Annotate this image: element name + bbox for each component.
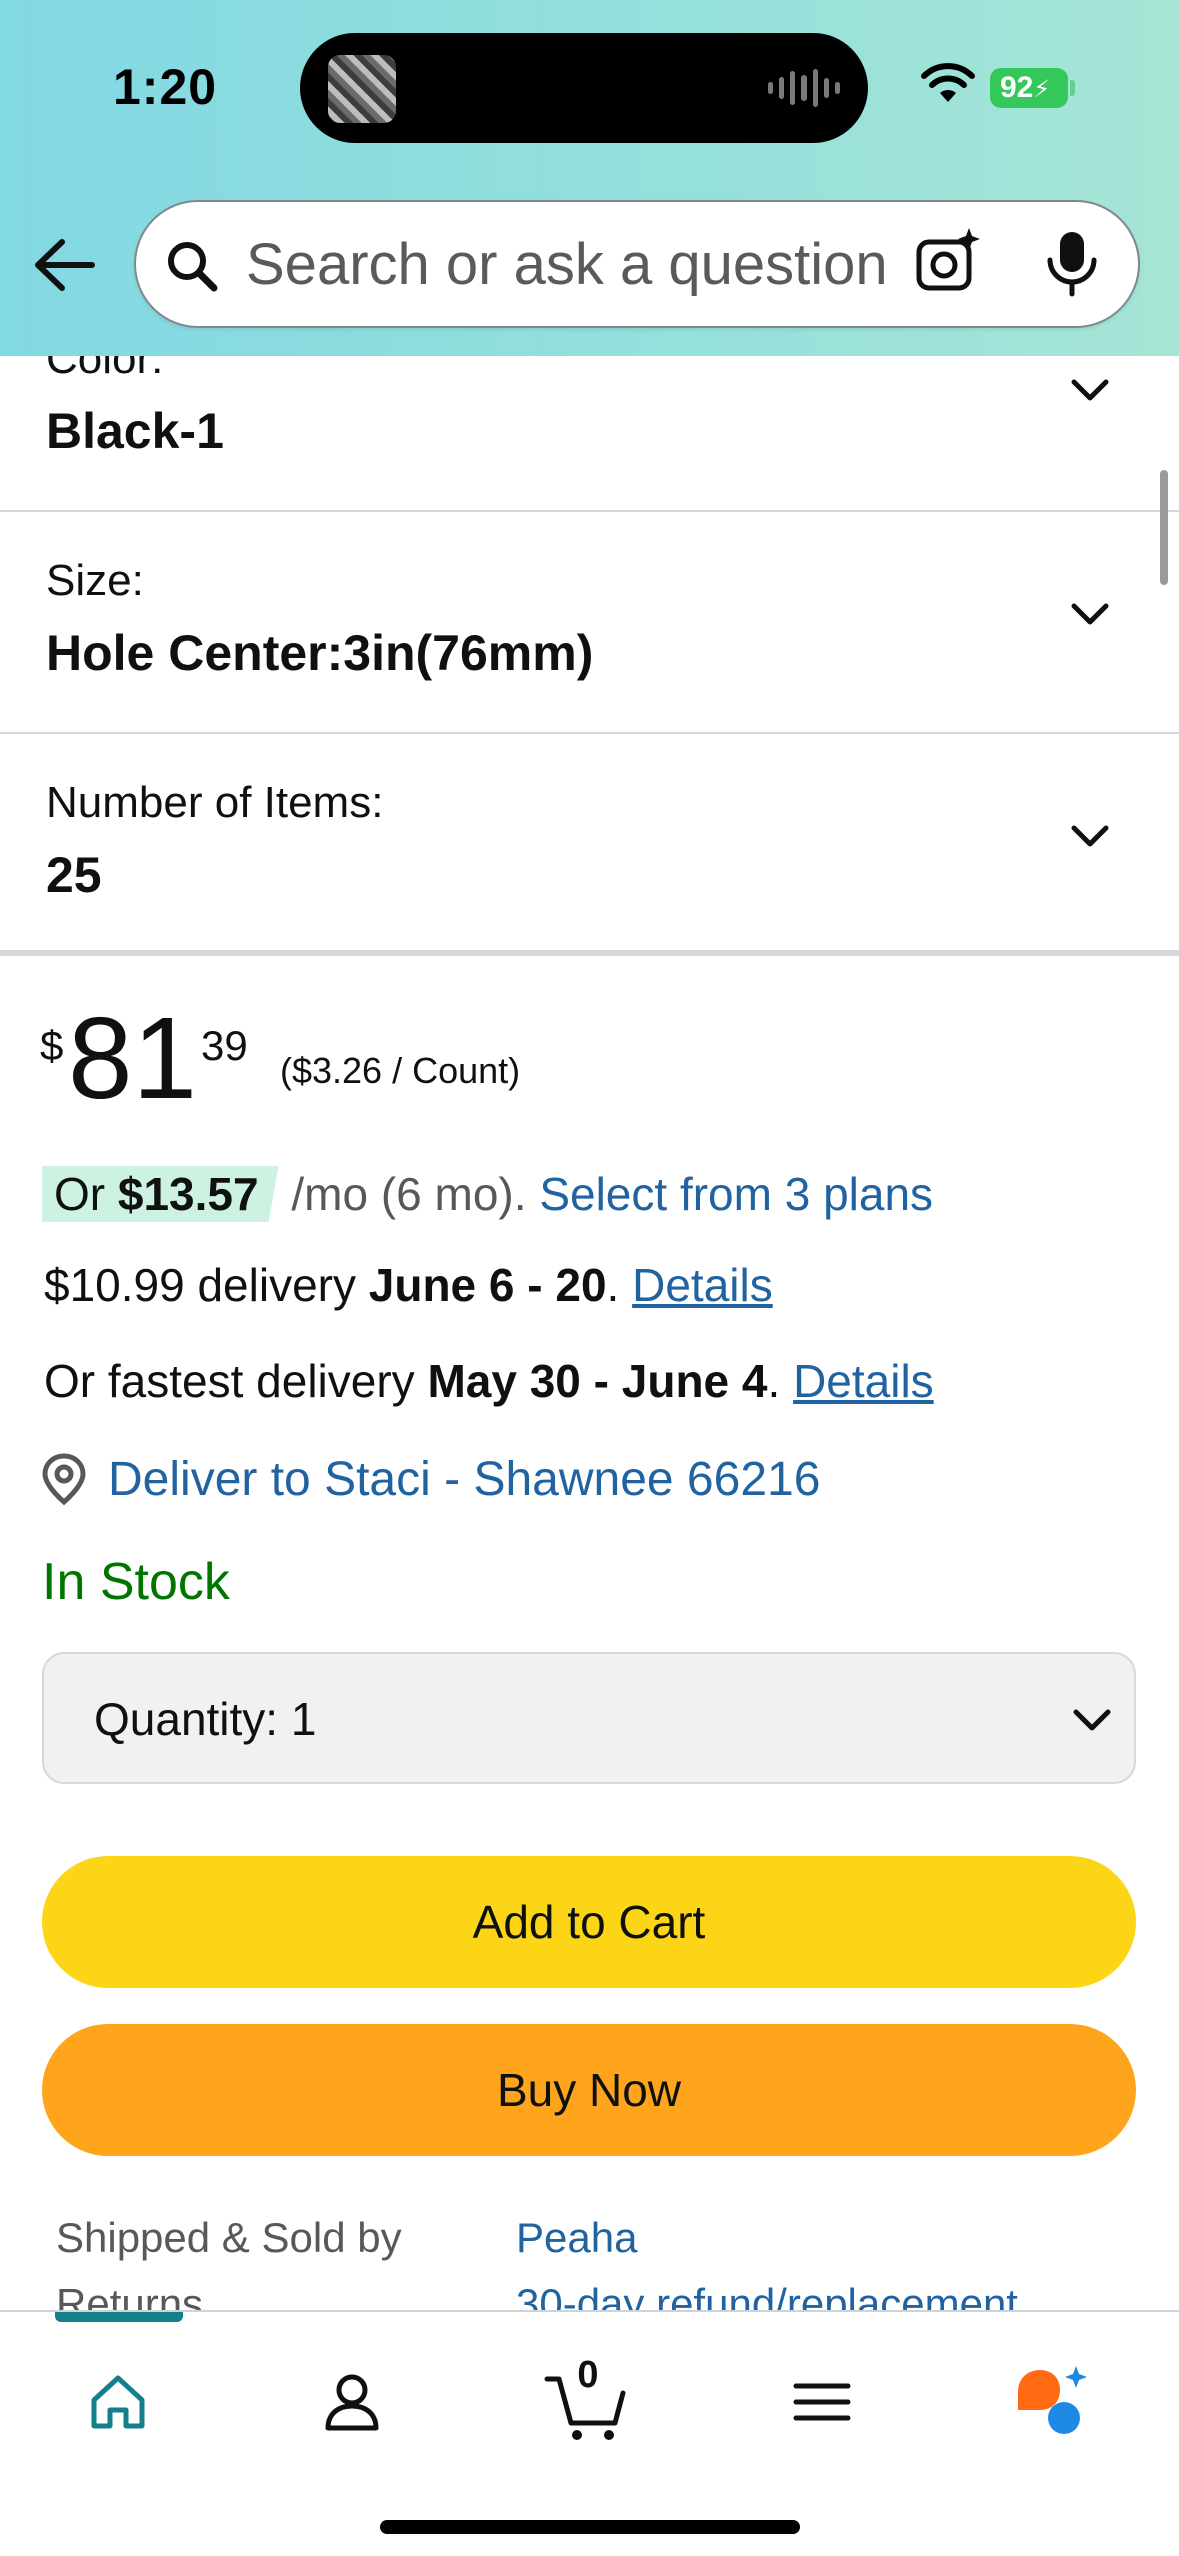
nav-active-indicator — [55, 2312, 183, 2322]
search-icon — [168, 242, 218, 292]
price-whole: 81 — [68, 993, 198, 1123]
delivery-separator: . — [606, 1259, 633, 1311]
variation-items-label: Number of Items: — [46, 778, 384, 827]
standard-delivery-price: $10.99 delivery — [44, 1259, 369, 1311]
installment-offer: Or $13.57 /mo (6 mo). Select from 3 plan… — [42, 1166, 933, 1222]
installment-term: /mo (6 mo). — [278, 1168, 540, 1220]
search-bar[interactable] — [134, 200, 1140, 328]
battery-level: 92 — [1000, 71, 1034, 104]
back-arrow-icon[interactable] — [30, 230, 100, 300]
delivery-separator: . — [767, 1355, 794, 1407]
battery-cap — [1070, 80, 1075, 96]
stock-status: In Stock — [42, 1553, 230, 1611]
account-icon — [325, 2374, 379, 2431]
variation-color-value: Black-1 — [46, 403, 224, 459]
deliver-to-link[interactable]: Deliver to Staci - Shawnee 66216 — [108, 1452, 820, 1507]
now-playing-thumbnail — [328, 55, 396, 123]
variation-size[interactable]: Size: Hole Center:3in(76mm) — [0, 512, 1179, 734]
nav-menu[interactable] — [772, 2352, 872, 2452]
status-time: 1:20 — [113, 59, 218, 115]
variation-items-value: 25 — [46, 847, 102, 903]
price-per-unit: ($3.26 / Count) — [280, 1050, 521, 1091]
camera-lens-icon[interactable] — [913, 226, 985, 298]
fastest-delivery-prefix: Or fastest delivery — [44, 1355, 428, 1407]
dynamic-island[interactable] — [300, 33, 868, 143]
price-currency: $ — [40, 1022, 64, 1069]
variation-size-value: Hole Center:3in(76mm) — [46, 625, 594, 681]
select-plans-link[interactable]: Select from 3 plans — [539, 1168, 933, 1220]
wifi-icon — [921, 63, 975, 102]
battery-indicator: 92⚡ — [990, 68, 1068, 108]
installment-amount: $13.57 — [117, 1168, 259, 1220]
installment-badge: Or $13.57 — [42, 1166, 279, 1222]
assistant-icon — [1018, 2366, 1087, 2434]
standard-delivery-details-link[interactable]: Details — [632, 1259, 773, 1311]
bottom-nav: 0 — [0, 2310, 1179, 2556]
chevron-down-icon — [1071, 825, 1109, 847]
cart-count: 0 — [577, 2354, 599, 2396]
chevron-down-icon — [1071, 603, 1109, 625]
variation-number-of-items[interactable]: Number of Items: 25 — [0, 734, 1179, 950]
variation-size-label: Size: — [46, 556, 144, 605]
fastest-delivery: Or fastest delivery May 30 - June 4. Det… — [44, 1354, 934, 1408]
nav-cart[interactable]: 0 — [538, 2352, 638, 2452]
nav-rufus-assistant[interactable] — [1004, 2352, 1104, 2452]
chevron-down-icon — [1073, 1709, 1111, 1731]
standard-delivery-dates: June 6 - 20 — [368, 1259, 607, 1311]
add-to-cart-button[interactable]: Add to Cart — [42, 1856, 1136, 1988]
chevron-down-icon — [1071, 379, 1109, 401]
nav-account[interactable] — [302, 2352, 402, 2452]
fastest-delivery-dates: May 30 - June 4 — [427, 1355, 768, 1407]
menu-icon — [793, 2383, 851, 2421]
audio-waveform-icon — [768, 68, 840, 108]
shipped-sold-by-label: Shipped & Sold by — [56, 2214, 402, 2261]
home-indicator[interactable] — [380, 2520, 800, 2534]
seller-link[interactable]: Peaha — [516, 2214, 637, 2262]
fastest-delivery-details-link[interactable]: Details — [793, 1355, 934, 1407]
quantity-selector[interactable]: Quantity: 1 — [42, 1652, 1136, 1784]
location-pin-icon — [42, 1453, 86, 1506]
header: 1:20 92⚡ — [0, 0, 1179, 356]
quantity-label: Quantity: 1 — [94, 1693, 317, 1745]
nav-home[interactable] — [68, 2352, 168, 2452]
installment-prefix: Or — [54, 1168, 118, 1220]
section-divider — [0, 950, 1179, 956]
price-fraction: 39 — [201, 1022, 248, 1069]
search-input[interactable] — [246, 202, 946, 326]
microphone-icon[interactable] — [1040, 228, 1104, 300]
standard-delivery: $10.99 delivery June 6 - 20. Details — [44, 1258, 773, 1312]
buy-now-button[interactable]: Buy Now — [42, 2024, 1136, 2156]
home-icon — [91, 2375, 145, 2429]
